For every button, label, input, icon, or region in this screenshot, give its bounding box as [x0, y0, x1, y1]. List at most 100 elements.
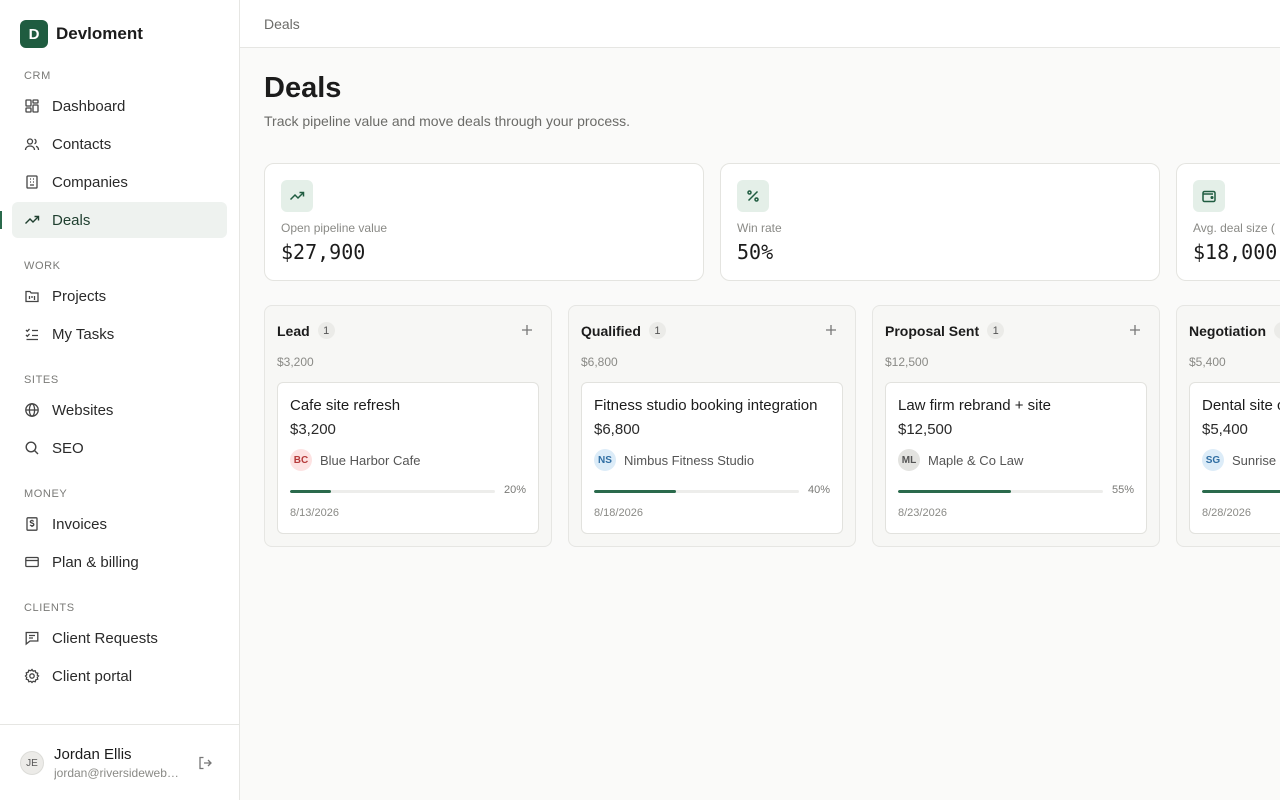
sidebar-item-label: Dashboard [52, 97, 126, 115]
column-title: Negotiation [1189, 322, 1266, 339]
add-deal-icon[interactable] [824, 323, 838, 337]
sidebar-item-seo[interactable]: SEO [12, 430, 227, 466]
nav-gap [12, 354, 227, 366]
column-count-badge: 1 [648, 322, 666, 339]
stat-value: 50% [737, 240, 774, 264]
stat-card-pipeline: Open pipeline value $27,900 [264, 163, 704, 281]
sidebar-item-dashboard[interactable]: Dashboard [12, 88, 227, 124]
column-header: Proposal Sent 1 [885, 322, 1005, 339]
sidebar-nav: CRM Dashboard Contacts Companies Deals W… [0, 64, 227, 696]
nav-section-title: WORK [24, 260, 61, 272]
stat-label: Avg. deal size ( [1193, 221, 1275, 235]
deal-card[interactable]: Dental site c $5,400 SG Sunrise D 8/28/2… [1189, 382, 1280, 534]
brand[interactable]: D Devloment [20, 20, 143, 48]
company-name: Sunrise D [1232, 452, 1280, 468]
trending-up-icon [289, 191, 305, 201]
column-title: Lead [277, 322, 310, 339]
column-total: $3,200 [277, 355, 314, 369]
column-count-badge: 1 [1274, 322, 1280, 339]
deal-company: SG Sunrise D [1202, 449, 1280, 471]
nav-section-title: CRM [24, 70, 51, 82]
column-count-badge: 1 [987, 322, 1005, 339]
nav-gap [12, 582, 227, 594]
deal-card[interactable]: Fitness studio booking integration $6,80… [581, 382, 843, 534]
deal-title: Fitness studio booking integration [594, 397, 818, 414]
avatar[interactable]: JE [20, 751, 44, 775]
deal-progress-label: 55% [1111, 484, 1134, 496]
sidebar-item-label: Projects [52, 287, 107, 305]
sidebar-item-plan-billing[interactable]: Plan & billing [12, 544, 227, 580]
stat-value: $18,000 [1193, 240, 1278, 264]
sidebar-item-deals[interactable]: Deals [0, 202, 227, 238]
company-avatar: NS [594, 449, 616, 471]
sidebar-item-websites[interactable]: Websites [12, 392, 227, 428]
nav-gap [12, 240, 227, 252]
deal-card[interactable]: Cafe site refresh $3,200 BC Blue Harbor … [277, 382, 539, 534]
stat-card-win-rate: Win rate 50% [720, 163, 1160, 281]
percent-icon [747, 190, 759, 202]
nav-section-title: CLIENTS [24, 602, 75, 614]
sidebar-item-projects[interactable]: Projects [12, 278, 227, 314]
deal-progress-bar [594, 490, 799, 493]
kanban-column-qualified: Qualified 1 $6,800 Fitness studio bookin… [568, 305, 856, 547]
receipt-icon [26, 517, 38, 531]
deal-progress-bar [898, 490, 1103, 493]
deal-progress-fill [898, 490, 1011, 493]
column-total: $5,400 [1189, 355, 1226, 369]
kanban-column-proposal-sent: Proposal Sent 1 $12,500 Law firm rebrand… [872, 305, 1160, 547]
column-count-badge: 1 [317, 322, 335, 339]
nav-gap [12, 468, 227, 480]
user-profile: JE Jordan Ellis jordan@riversideweb.... [0, 724, 239, 800]
deal-title: Dental site c [1202, 397, 1280, 414]
building-icon [26, 175, 38, 189]
sidebar-item-my-tasks[interactable]: My Tasks [12, 316, 227, 352]
column-header: Negotiation 1 [1189, 322, 1280, 339]
credit-card-icon [25, 556, 39, 568]
deal-progress-fill [594, 490, 676, 493]
stat-card-avg-deal: Avg. deal size ( $18,000 [1176, 163, 1280, 281]
deal-progress-label: 40% [807, 484, 830, 496]
stat-icon [737, 180, 769, 212]
sidebar-item-contacts[interactable]: Contacts [12, 126, 227, 162]
sidebar-item-label: Invoices [52, 515, 108, 533]
add-deal-icon[interactable] [1128, 323, 1142, 337]
sidebar-item-client-requests[interactable]: Client Requests [12, 620, 227, 656]
trending-up-icon [25, 215, 40, 224]
brand-logo: D [20, 20, 48, 48]
sidebar-item-label: Companies [52, 173, 128, 191]
nav-section-title: MONEY [24, 488, 68, 500]
sidebar-item-label: Deals [52, 211, 91, 229]
sidebar-item-companies[interactable]: Companies [12, 164, 227, 200]
deal-value: $6,800 [594, 421, 640, 438]
deal-progress-bar [290, 490, 495, 493]
deal-value: $5,400 [1202, 421, 1248, 438]
deal-value: $12,500 [898, 421, 953, 438]
sidebar-item-invoices[interactable]: Invoices [12, 506, 227, 542]
sidebar-item-client-portal[interactable]: Client portal [12, 658, 227, 694]
sidebar-item-label: Websites [52, 401, 114, 419]
nav-section-title: SITES [24, 374, 59, 386]
page-title: Deals [264, 72, 342, 104]
company-name: Maple & Co Law [928, 452, 1024, 468]
breadcrumb[interactable]: Deals [264, 16, 300, 32]
search-icon [25, 441, 39, 455]
user-email: jordan@riversideweb.... [54, 766, 180, 780]
deal-company: ML Maple & Co Law [898, 449, 1023, 471]
column-title: Qualified [581, 322, 641, 339]
add-deal-icon[interactable] [520, 323, 534, 337]
list-checks-icon [25, 328, 38, 341]
deal-progress-bar [1202, 490, 1280, 493]
stat-label: Open pipeline value [281, 221, 388, 235]
kanban-column-lead: Lead 1 $3,200 Cafe site refresh $3,200 B… [264, 305, 552, 547]
stat-label: Win rate [737, 221, 782, 235]
deal-progress-label: 20% [503, 484, 526, 496]
folder-kanban-icon [25, 290, 39, 303]
deal-card[interactable]: Law firm rebrand + site $12,500 ML Maple… [885, 382, 1147, 534]
logout-icon[interactable] [197, 755, 213, 771]
user-name: Jordan Ellis [54, 746, 132, 763]
column-clip: Negotiation 1 $5,400 Dental site c $5,40… [1176, 305, 1280, 547]
deal-date: 8/13/2026 [290, 507, 339, 519]
deal-company: NS Nimbus Fitness Studio [594, 449, 754, 471]
kanban-column-negotiation: Negotiation 1 $5,400 Dental site c $5,40… [1176, 305, 1280, 547]
sidebar-item-label: Plan & billing [52, 553, 139, 571]
